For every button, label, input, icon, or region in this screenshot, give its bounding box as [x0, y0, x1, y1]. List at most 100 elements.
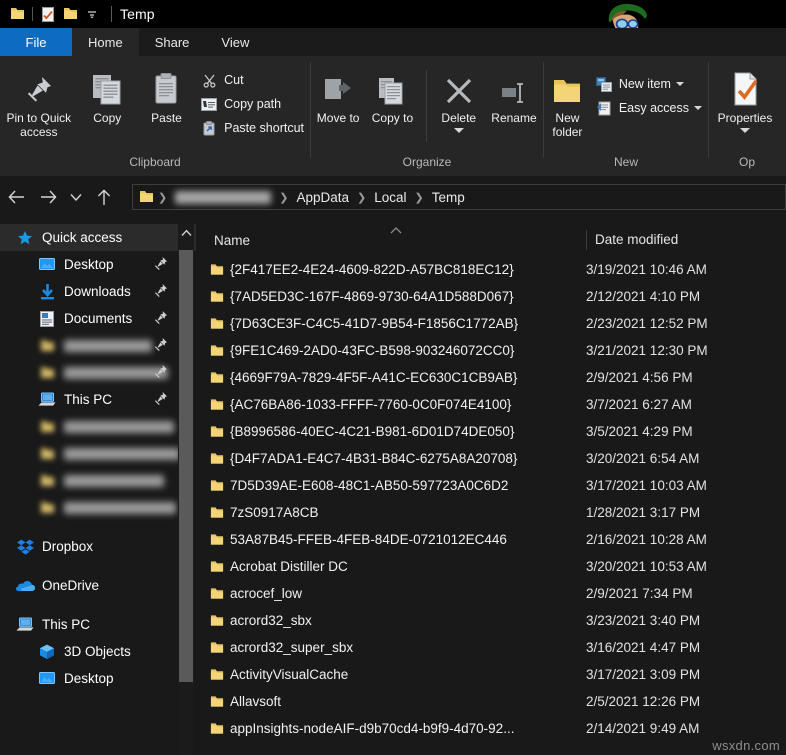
qat-customize-dropdown-icon[interactable]	[81, 3, 103, 25]
sidebar-item-downloads[interactable]: Downloads	[0, 278, 196, 305]
navigation-pane-scroll-thumb[interactable]	[179, 250, 193, 682]
forward-button[interactable]	[32, 176, 64, 218]
tab-share[interactable]: Share	[139, 28, 206, 56]
file-row[interactable]: 7D5D39AE-E608-48C1-AB50-597723A0C6D23/17…	[196, 472, 786, 499]
sidebar-item-documents[interactable]: Documents	[0, 305, 196, 332]
pin-icon[interactable]	[154, 364, 168, 384]
file-row[interactable]: {4669F79A-7829-4F5F-A41C-EC630C1CB9AB}2/…	[196, 364, 786, 391]
file-row[interactable]: acrord32_sbx3/23/2021 3:40 PM	[196, 607, 786, 634]
file-row[interactable]: 53A87B45-FFEB-4FEB-84DE-0721012EC4462/16…	[196, 526, 786, 553]
column-header-date-modified[interactable]: Date modified	[586, 230, 786, 250]
downloads-icon	[36, 283, 58, 301]
copy-to-button[interactable]: Copy to	[365, 66, 419, 125]
easy-access-dropdown-icon[interactable]	[694, 106, 702, 110]
file-row[interactable]: Acrobat Distiller DC3/20/2021 10:53 AM	[196, 553, 786, 580]
file-name: acrocef_low	[224, 586, 586, 601]
breadcrumb-item-user-redacted[interactable]	[171, 190, 275, 205]
new-item-label: New item	[619, 77, 671, 91]
easy-access-button[interactable]: Easy access	[591, 96, 708, 120]
back-button[interactable]	[0, 176, 32, 218]
sidebar-item-label: Quick access	[42, 230, 122, 245]
breadcrumb-item-local[interactable]: Local	[370, 190, 410, 205]
tab-file[interactable]: File	[0, 28, 72, 56]
breadcrumb-sep-1: ❯	[275, 191, 292, 204]
sidebar-item-redacted-10[interactable]	[0, 494, 196, 521]
rename-button[interactable]: Rename	[485, 66, 543, 125]
sidebar-item-this-pc[interactable]: This PC	[0, 386, 196, 413]
properties-dropdown-icon[interactable]	[740, 128, 750, 133]
sidebar-item-redacted-9[interactable]	[0, 467, 196, 494]
up-button[interactable]	[88, 176, 120, 218]
sidebar-item-desktop[interactable]: Desktop	[0, 665, 196, 692]
ribbon-group-organize: Move to Copy to Delete	[311, 56, 543, 176]
file-row[interactable]: {D4F7ADA1-E4C7-4B31-B84C-6275A8A20708}3/…	[196, 445, 786, 472]
pin-icon[interactable]	[154, 310, 168, 330]
sidebar-item-redacted-4[interactable]	[0, 332, 196, 359]
file-row[interactable]: appInsights-nodeAIF-d9b70cd4-b9f9-4d70-9…	[196, 715, 786, 742]
qat-folder-icon[interactable]	[6, 3, 28, 25]
pin-to-quick-access-button[interactable]: Pin to Quick access	[0, 66, 78, 139]
properties-button[interactable]: Properties	[709, 66, 781, 133]
copy-path-button[interactable]: Copy path	[196, 92, 310, 116]
file-name: acrord32_sbx	[224, 613, 586, 628]
folder-icon	[196, 452, 224, 466]
folder-icon	[196, 587, 224, 601]
sidebar-item-quick-access[interactable]: Quick access	[0, 224, 196, 251]
folder-icon	[36, 499, 58, 517]
breadcrumb-item-appdata[interactable]: AppData	[292, 190, 353, 205]
file-row[interactable]: acrocef_low2/9/2021 7:34 PM	[196, 580, 786, 607]
sidebar-item-desktop[interactable]: Desktop	[0, 251, 196, 278]
paste-shortcut-button[interactable]: Paste shortcut	[196, 116, 310, 140]
navigation-pane-scrollbar[interactable]	[178, 224, 194, 755]
title-bar: Temp	[0, 0, 786, 28]
new-folder-button[interactable]: New folder	[544, 66, 591, 139]
cut-button[interactable]: Cut	[196, 68, 310, 92]
file-row[interactable]: {B8996586-40EC-4C21-B981-6D01D74DE050}3/…	[196, 418, 786, 445]
sidebar-item-3d-objects[interactable]: 3D Objects	[0, 638, 196, 665]
new-item-dropdown-icon[interactable]	[676, 82, 684, 86]
file-row[interactable]: {9FE1C469-2AD0-43FC-B598-903246072CC0}3/…	[196, 337, 786, 364]
properties-label: Properties	[718, 111, 773, 125]
pin-icon[interactable]	[154, 256, 168, 276]
move-to-button[interactable]: Move to	[311, 66, 365, 125]
file-date-modified: 3/5/2021 4:29 PM	[586, 424, 786, 439]
file-date-modified: 3/7/2021 6:27 AM	[586, 397, 786, 412]
sidebar-item-label-redacted	[64, 367, 168, 379]
file-row[interactable]: ActivityVisualCache3/17/2021 3:09 PM	[196, 661, 786, 688]
file-name: {7AD5ED3C-167F-4869-9730-64A1D588D067}	[224, 289, 586, 304]
delete-dropdown-icon[interactable]	[454, 128, 464, 133]
sidebar-item-redacted-5[interactable]	[0, 359, 196, 386]
qat-properties-icon[interactable]	[37, 3, 59, 25]
sidebar-spacer	[0, 560, 196, 572]
pin-icon[interactable]	[154, 283, 168, 303]
paste-button[interactable]: Paste	[137, 66, 196, 125]
file-row[interactable]: Allavsoft2/5/2021 12:26 PM	[196, 688, 786, 715]
tab-home[interactable]: Home	[72, 28, 139, 56]
sidebar-item-redacted-7[interactable]	[0, 413, 196, 440]
file-row[interactable]: {2F417EE2-4E24-4609-822D-A57BC818EC12}3/…	[196, 256, 786, 283]
file-row[interactable]: acrord32_super_sbx3/16/2021 4:47 PM	[196, 634, 786, 661]
sidebar-item-redacted-8[interactable]	[0, 440, 196, 467]
sidebar-item-onedrive[interactable]: OneDrive	[0, 572, 196, 599]
tab-view[interactable]: View	[205, 28, 265, 56]
qat-new-folder-icon[interactable]	[59, 3, 81, 25]
new-item-button[interactable]: New item	[591, 72, 708, 96]
recent-locations-button[interactable]	[64, 176, 88, 218]
file-name: {D4F7ADA1-E4C7-4B31-B84C-6275A8A20708}	[224, 451, 586, 466]
breadcrumb-item-temp[interactable]: Temp	[428, 190, 469, 205]
sidebar-item-this-pc[interactable]: This PC	[0, 611, 196, 638]
breadcrumb[interactable]: ❯ ❯ AppData ❯ Local ❯ Temp	[132, 184, 786, 210]
scroll-up-icon[interactable]	[178, 224, 194, 242]
folder-icon	[196, 344, 224, 358]
pin-icon[interactable]	[154, 337, 168, 357]
paste-label: Paste	[151, 111, 182, 125]
file-row[interactable]: {AC76BA86-1033-FFFF-7760-0C0F074E4100}3/…	[196, 391, 786, 418]
delete-button[interactable]: Delete	[433, 66, 485, 133]
file-row[interactable]: {7AD5ED3C-167F-4869-9730-64A1D588D067}2/…	[196, 283, 786, 310]
sidebar-item-dropbox[interactable]: Dropbox	[0, 533, 196, 560]
copy-button[interactable]: Copy	[78, 66, 137, 125]
file-row[interactable]: {7D63CE3F-C4C5-41D7-9B54-F1856C1772AB}2/…	[196, 310, 786, 337]
pin-icon[interactable]	[154, 391, 168, 411]
file-row[interactable]: 7zS0917A8CB1/28/2021 3:17 PM	[196, 499, 786, 526]
file-list[interactable]: {2F417EE2-4E24-4609-822D-A57BC818EC12}3/…	[196, 256, 786, 755]
